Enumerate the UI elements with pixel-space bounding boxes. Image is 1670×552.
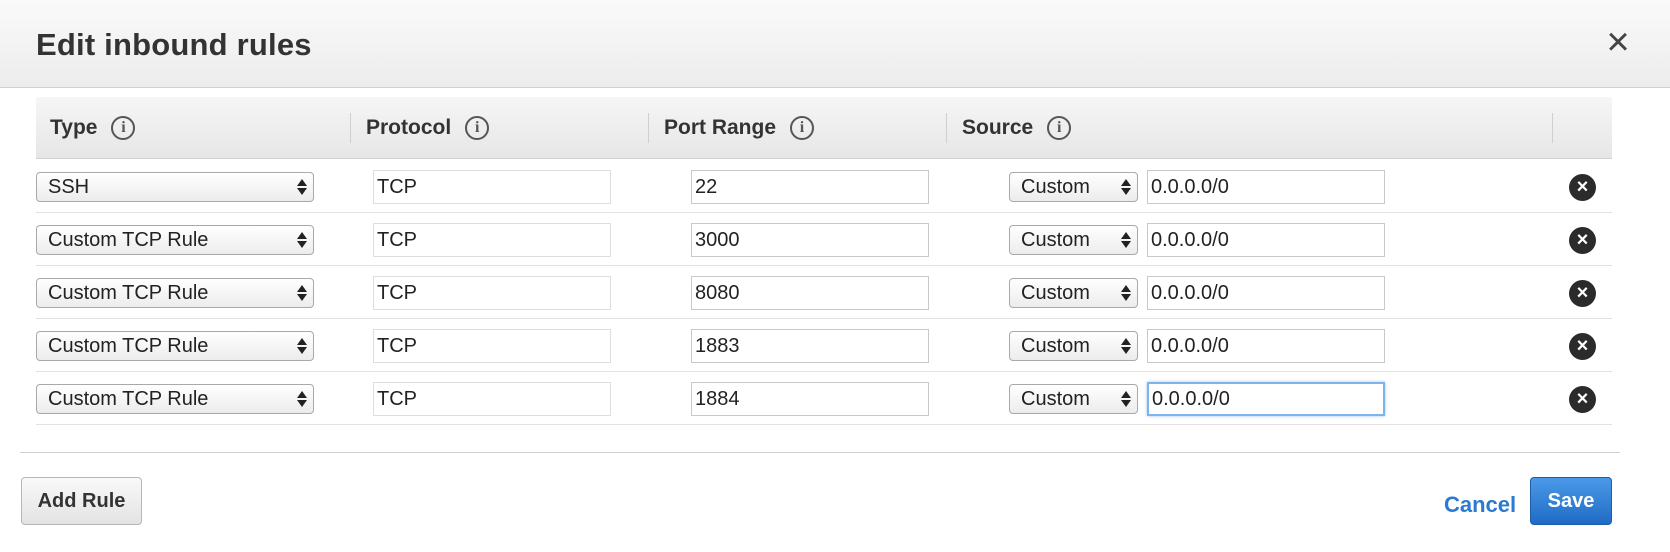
select-arrows-icon xyxy=(297,389,307,409)
info-icon[interactable]: i xyxy=(1047,116,1072,140)
table-header: Type i Protocol i Port Range i Source i xyxy=(36,97,1612,159)
source-type-select[interactable]: Custom xyxy=(1009,384,1138,414)
select-arrows-icon xyxy=(297,283,307,303)
remove-rule-icon[interactable]: × xyxy=(1569,386,1596,413)
source-type-select[interactable]: Custom xyxy=(1009,225,1138,255)
port-range-input[interactable] xyxy=(691,382,929,416)
column-separator xyxy=(648,113,649,143)
column-header-type: Type i xyxy=(50,97,136,159)
info-icon[interactable]: i xyxy=(465,116,490,140)
type-select[interactable]: Custom TCP Rule xyxy=(36,331,314,361)
column-separator xyxy=(1552,113,1553,143)
column-header-port-range: Port Range i xyxy=(664,97,815,159)
remove-rule-icon[interactable]: × xyxy=(1569,333,1596,360)
column-header-protocol: Protocol i xyxy=(366,97,490,159)
column-label: Port Range xyxy=(664,116,777,139)
select-arrows-icon xyxy=(297,177,307,197)
source-cidr-input[interactable] xyxy=(1147,223,1385,257)
table-row: Custom TCP Rule Custom × xyxy=(36,319,1612,372)
dialog-header: Edit inbound rules × xyxy=(0,0,1670,88)
dialog-title: Edit inbound rules xyxy=(36,27,312,62)
port-range-input[interactable] xyxy=(691,223,929,257)
remove-rule-icon[interactable]: × xyxy=(1569,174,1596,201)
select-arrows-icon xyxy=(1121,336,1131,356)
edit-inbound-rules-dialog: Edit inbound rules × Type i Protocol i P… xyxy=(0,0,1670,552)
source-type-value: Custom xyxy=(1021,388,1090,410)
column-separator xyxy=(946,113,947,143)
source-cidr-input[interactable] xyxy=(1147,276,1385,310)
port-range-input[interactable] xyxy=(691,276,929,310)
type-select[interactable]: Custom TCP Rule xyxy=(36,278,314,308)
select-arrows-icon xyxy=(1121,389,1131,409)
add-rule-button[interactable]: Add Rule xyxy=(21,477,142,525)
source-type-select[interactable]: Custom xyxy=(1009,331,1138,361)
source-type-value: Custom xyxy=(1021,229,1090,251)
type-select[interactable]: Custom TCP Rule xyxy=(36,225,314,255)
select-arrows-icon xyxy=(297,230,307,250)
column-separator xyxy=(350,113,351,143)
footer-divider xyxy=(20,452,1620,453)
port-range-input[interactable] xyxy=(691,329,929,363)
column-header-source: Source i xyxy=(962,97,1072,159)
protocol-field[interactable] xyxy=(373,276,611,310)
remove-rule-icon[interactable]: × xyxy=(1569,227,1596,254)
column-label: Type xyxy=(50,116,98,139)
source-cidr-input[interactable] xyxy=(1147,329,1385,363)
remove-rule-icon[interactable]: × xyxy=(1569,280,1596,307)
type-select-value: Custom TCP Rule xyxy=(48,335,209,357)
protocol-field[interactable] xyxy=(373,223,611,257)
source-type-value: Custom xyxy=(1021,176,1090,198)
type-select-value: Custom TCP Rule xyxy=(48,282,209,304)
select-arrows-icon xyxy=(1121,230,1131,250)
save-button[interactable]: Save xyxy=(1530,477,1612,525)
type-select[interactable]: SSH xyxy=(36,172,314,202)
select-arrows-icon xyxy=(1121,283,1131,303)
close-icon[interactable]: × xyxy=(1600,22,1636,62)
table-row: Custom TCP Rule Custom × xyxy=(36,372,1612,425)
protocol-field[interactable] xyxy=(373,382,611,416)
table-row: Custom TCP Rule Custom × xyxy=(36,213,1612,266)
column-label: Source xyxy=(962,116,1034,139)
source-cidr-input[interactable] xyxy=(1147,170,1385,204)
source-type-select[interactable]: Custom xyxy=(1009,172,1138,202)
port-range-input[interactable] xyxy=(691,170,929,204)
source-type-select[interactable]: Custom xyxy=(1009,278,1138,308)
select-arrows-icon xyxy=(297,336,307,356)
source-type-value: Custom xyxy=(1021,335,1090,357)
table-row: SSH Custom × xyxy=(36,160,1612,213)
type-select-value: Custom TCP Rule xyxy=(48,229,209,251)
info-icon[interactable]: i xyxy=(111,116,136,140)
cancel-button[interactable]: Cancel xyxy=(1444,492,1516,518)
protocol-field[interactable] xyxy=(373,329,611,363)
select-arrows-icon xyxy=(1121,177,1131,197)
table-row: Custom TCP Rule Custom × xyxy=(36,266,1612,319)
type-select-value: SSH xyxy=(48,176,90,198)
source-type-value: Custom xyxy=(1021,282,1090,304)
info-icon[interactable]: i xyxy=(790,116,815,140)
protocol-field[interactable] xyxy=(373,170,611,204)
source-cidr-input[interactable] xyxy=(1147,382,1385,416)
column-label: Protocol xyxy=(366,116,452,139)
type-select-value: Custom TCP Rule xyxy=(48,388,209,410)
type-select[interactable]: Custom TCP Rule xyxy=(36,384,314,414)
